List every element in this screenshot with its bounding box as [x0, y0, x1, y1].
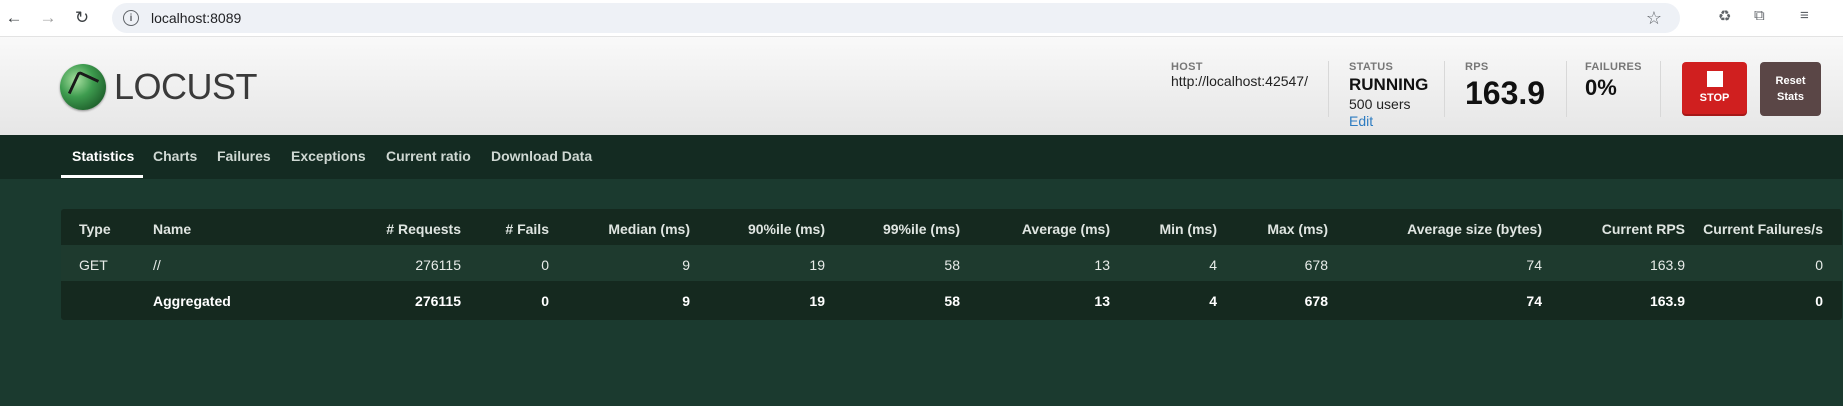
- tab-statistics[interactable]: Statistics: [72, 148, 134, 164]
- logo-text: LOCUST: [114, 66, 258, 107]
- table-cell: 678: [1304, 293, 1328, 309]
- tab-failures[interactable]: Failures: [217, 148, 271, 164]
- table-cell: 74: [1526, 257, 1542, 273]
- locust-logo[interactable]: LOCUST: [60, 64, 258, 110]
- column-header[interactable]: # Requests: [386, 221, 461, 237]
- table-cell: 58: [944, 257, 960, 273]
- table-cell: 4: [1209, 257, 1217, 273]
- status-stat: STATUS RUNNING 500 users Edit: [1349, 61, 1428, 129]
- column-header[interactable]: Name: [153, 221, 191, 237]
- recycle-icon[interactable]: ♻: [1718, 7, 1731, 25]
- divider: [1328, 61, 1329, 117]
- table-cell: 276115: [415, 257, 461, 273]
- tab-charts[interactable]: Charts: [153, 148, 197, 164]
- locust-logo-icon: [60, 64, 106, 110]
- column-header[interactable]: Current RPS: [1602, 221, 1685, 237]
- rps-stat: RPS 163.9: [1465, 61, 1545, 112]
- reload-icon[interactable]: ↻: [70, 6, 94, 30]
- extensions-icon[interactable]: ⧉: [1754, 7, 1765, 24]
- table-cell: 19: [809, 293, 825, 309]
- app-header: LOCUST HOST http://localhost:42547/ STAT…: [0, 37, 1843, 135]
- table-cell: 163.9: [1649, 257, 1685, 273]
- table-cell: 9: [682, 293, 690, 309]
- column-header[interactable]: Median (ms): [608, 221, 690, 237]
- host-label: HOST: [1171, 61, 1203, 73]
- address-bar[interactable]: i localhost:8089 ☆: [112, 3, 1680, 33]
- tab-download-data[interactable]: Download Data: [491, 148, 592, 164]
- table-cell: //: [153, 257, 161, 273]
- column-header[interactable]: Min (ms): [1159, 221, 1217, 237]
- table-cell: 4: [1209, 293, 1217, 309]
- column-header[interactable]: 99%ile (ms): [883, 221, 960, 237]
- site-info-icon[interactable]: i: [123, 10, 139, 26]
- tab-bar: Statistics Charts Failures Exceptions Cu…: [0, 135, 1843, 179]
- table-cell: 19: [809, 257, 825, 273]
- table-header-row: Type Name # Requests # Fails Median (ms)…: [61, 209, 1842, 245]
- browser-toolbar: ← → ↻ i localhost:8089 ☆ ♻ ⧉ ≡: [0, 0, 1843, 37]
- host-stat: HOST http://localhost:42547/: [1171, 61, 1308, 89]
- column-header[interactable]: Current Failures/s: [1703, 221, 1823, 237]
- table-cell: 13: [1094, 293, 1110, 309]
- failures-stat: FAILURES 0%: [1585, 61, 1642, 101]
- table-row: GET // 276115 0 9 19 58 13 4 678 74 163.…: [61, 245, 1842, 281]
- divider: [1660, 61, 1661, 117]
- table-cell: 0: [1815, 257, 1823, 273]
- table-cell: Aggregated: [153, 293, 231, 309]
- status-label: STATUS: [1349, 61, 1394, 73]
- divider: [1444, 61, 1445, 117]
- column-header[interactable]: # Fails: [505, 221, 549, 237]
- reset-label-line1: Reset: [1775, 75, 1806, 87]
- url-text[interactable]: localhost:8089: [151, 10, 241, 26]
- stop-label: STOP: [1699, 92, 1730, 104]
- user-count: 500 users: [1349, 96, 1411, 112]
- tab-current-ratio[interactable]: Current ratio: [386, 148, 471, 164]
- reset-stats-button[interactable]: Reset Stats: [1760, 62, 1821, 116]
- statistics-table: Type Name # Requests # Fails Median (ms)…: [61, 209, 1842, 320]
- back-arrow-icon[interactable]: ←: [2, 6, 26, 30]
- table-cell: 0: [1815, 293, 1823, 309]
- tab-exceptions[interactable]: Exceptions: [291, 148, 366, 164]
- stop-button[interactable]: STOP: [1682, 62, 1747, 116]
- column-header[interactable]: Average (ms): [1022, 221, 1110, 237]
- divider: [1566, 61, 1567, 117]
- aggregated-row: Aggregated 276115 0 9 19 58 13 4 678 74 …: [61, 281, 1842, 317]
- table-cell: 9: [682, 257, 690, 273]
- rps-label: RPS: [1465, 61, 1489, 73]
- column-header[interactable]: Max (ms): [1267, 221, 1328, 237]
- table-cell: 0: [541, 257, 549, 273]
- forward-arrow-icon[interactable]: →: [36, 6, 60, 30]
- table-cell: 678: [1304, 257, 1328, 273]
- rps-value: 163.9: [1465, 75, 1546, 111]
- table-cell: 163.9: [1649, 293, 1685, 309]
- table-cell: 13: [1094, 257, 1110, 273]
- column-header[interactable]: Average size (bytes): [1407, 221, 1542, 237]
- edit-link[interactable]: Edit: [1349, 113, 1428, 129]
- active-tab-indicator: [61, 175, 143, 178]
- media-controls-icon[interactable]: ≡: [1800, 7, 1809, 24]
- host-value: http://localhost:42547/: [1171, 73, 1308, 89]
- failures-label: FAILURES: [1585, 61, 1642, 73]
- failures-value: 0%: [1585, 75, 1617, 100]
- status-value: RUNNING: [1349, 75, 1429, 94]
- stop-icon: [1706, 71, 1723, 87]
- table-cell: GET: [79, 257, 108, 273]
- column-header[interactable]: Type: [79, 221, 111, 237]
- reset-label-line2: Stats: [1777, 91, 1804, 103]
- table-cell: 58: [944, 293, 960, 309]
- table-cell: 74: [1526, 293, 1542, 309]
- bookmark-star-icon[interactable]: ☆: [1646, 8, 1662, 29]
- column-header[interactable]: 90%ile (ms): [748, 221, 825, 237]
- table-cell: 276115: [415, 293, 461, 309]
- table-cell: 0: [541, 293, 549, 309]
